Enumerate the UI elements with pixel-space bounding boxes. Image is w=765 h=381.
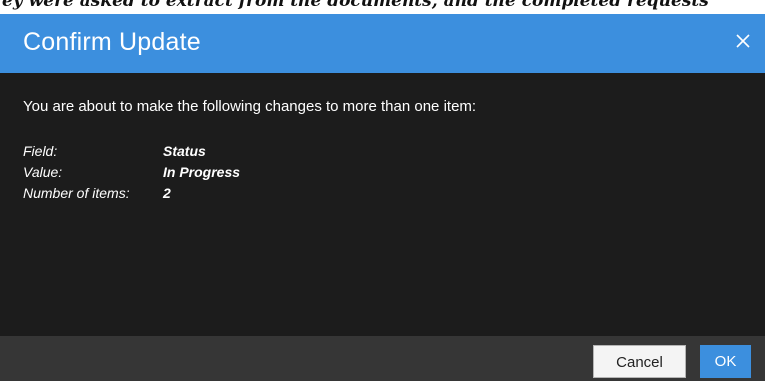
close-icon[interactable] bbox=[733, 31, 753, 51]
field-label: Field: bbox=[23, 143, 58, 159]
ok-button[interactable]: OK bbox=[700, 345, 751, 378]
background-page-text-strip: ey were asked to extract from the docume… bbox=[0, 0, 765, 14]
dialog-body: You are about to make the following chan… bbox=[0, 73, 765, 336]
dialog-title: Confirm Update bbox=[23, 28, 201, 56]
value-value: In Progress bbox=[163, 164, 241, 180]
count-label: Number of items: bbox=[23, 185, 130, 201]
dialog-intro-text: You are about to make the following chan… bbox=[23, 98, 477, 115]
field-value: Status bbox=[163, 143, 206, 159]
confirm-update-dialog: Confirm Update You are about to make the… bbox=[0, 14, 765, 381]
count-value: 2 bbox=[163, 185, 171, 201]
background-text: ey were asked to extract from the docume… bbox=[2, 0, 709, 11]
value-label: Value: bbox=[23, 164, 63, 180]
cancel-button[interactable]: Cancel bbox=[593, 345, 686, 378]
dialog-header: Confirm Update bbox=[0, 14, 765, 73]
dialog-footer: Cancel OK bbox=[0, 336, 765, 381]
